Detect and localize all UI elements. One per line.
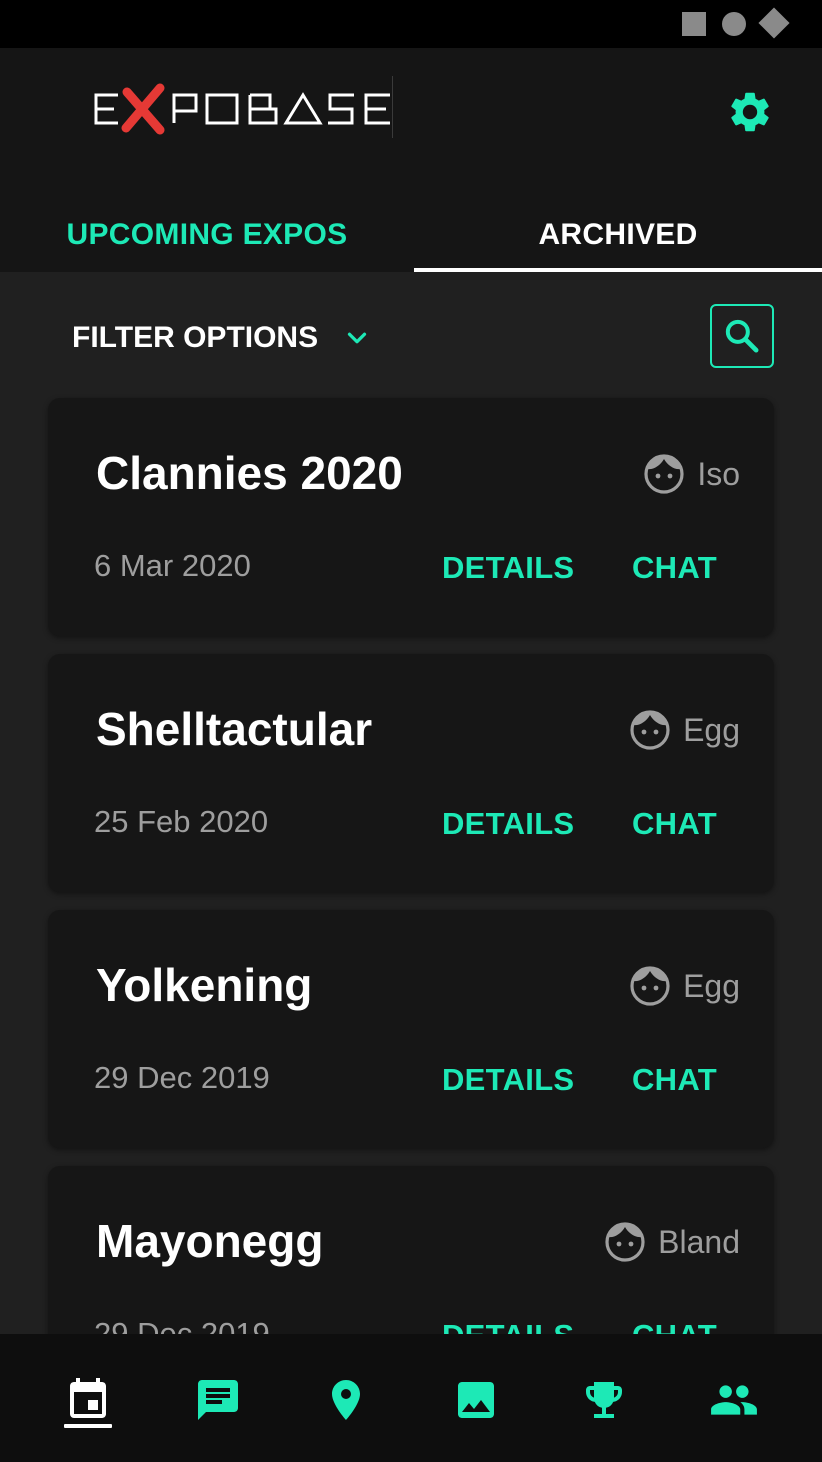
gear-icon[interactable] bbox=[726, 88, 774, 136]
people-icon bbox=[711, 1385, 757, 1415]
app-screen: UPCOMING EXPOS ARCHIVED FILTER OPTIONS C… bbox=[0, 0, 822, 1462]
expobase-logo bbox=[94, 83, 390, 135]
expo-card: Yolkening Egg 29 Dec 2019 DETAILS CHAT bbox=[48, 910, 774, 1148]
face-icon bbox=[630, 966, 670, 1006]
nav-gallery[interactable] bbox=[448, 1372, 504, 1428]
status-bar bbox=[0, 0, 822, 48]
expo-date: 25 Feb 2020 bbox=[94, 804, 269, 839]
status-diamond-icon bbox=[758, 7, 790, 39]
details-button[interactable]: DETAILS bbox=[442, 548, 574, 588]
expo-category: Iso bbox=[643, 450, 740, 498]
chat-icon bbox=[198, 1380, 238, 1420]
status-square-icon bbox=[682, 12, 706, 36]
expo-category: Egg bbox=[629, 962, 740, 1010]
location-pin-icon bbox=[332, 1380, 360, 1420]
nav-active-indicator bbox=[64, 1424, 112, 1428]
expo-category: Bland bbox=[604, 1218, 740, 1266]
nav-map[interactable] bbox=[318, 1372, 374, 1428]
chat-button[interactable]: CHAT bbox=[632, 548, 717, 588]
tab-upcoming-expos[interactable]: UPCOMING EXPOS bbox=[0, 198, 414, 272]
expo-title: Mayonegg bbox=[96, 1215, 324, 1267]
face-icon bbox=[644, 454, 684, 494]
face-icon bbox=[605, 1222, 645, 1262]
expo-category-label: Bland bbox=[658, 1223, 740, 1260]
chat-button[interactable]: CHAT bbox=[632, 1060, 717, 1100]
face-icon bbox=[630, 710, 670, 750]
bottom-navigation bbox=[0, 1334, 822, 1462]
search-button[interactable] bbox=[710, 304, 774, 368]
expo-card: Clannies 2020 Iso 6 Mar 2020 DETAILS CHA… bbox=[48, 398, 774, 636]
expo-category-label: Egg bbox=[683, 711, 740, 748]
nav-calendar[interactable] bbox=[60, 1372, 116, 1428]
expo-date: 29 Dec 2019 bbox=[94, 1060, 270, 1095]
expo-category-label: Iso bbox=[697, 455, 740, 492]
expo-title: Shelltactular bbox=[96, 703, 373, 755]
expo-category: Egg bbox=[629, 706, 740, 754]
nav-awards[interactable] bbox=[576, 1372, 632, 1428]
status-circle-icon bbox=[722, 12, 746, 36]
expo-title: Clannies 2020 bbox=[96, 447, 403, 499]
nav-people[interactable] bbox=[706, 1372, 762, 1428]
expo-date: 6 Mar 2020 bbox=[94, 548, 251, 583]
tab-selected-indicator bbox=[414, 268, 822, 272]
details-button[interactable]: DETAILS bbox=[442, 1060, 574, 1100]
calendar-icon bbox=[70, 1378, 106, 1418]
expo-category-label: Egg bbox=[683, 967, 740, 1004]
nav-chat[interactable] bbox=[190, 1372, 246, 1428]
chat-button[interactable]: CHAT bbox=[632, 804, 717, 844]
search-icon bbox=[725, 319, 759, 353]
chevron-down-icon bbox=[347, 332, 367, 344]
logo-divider bbox=[392, 76, 393, 138]
image-icon bbox=[458, 1382, 494, 1418]
trophy-icon bbox=[586, 1382, 622, 1418]
expo-title: Yolkening bbox=[96, 959, 313, 1011]
details-button[interactable]: DETAILS bbox=[442, 804, 574, 844]
expo-card: Shelltactular Egg 25 Feb 2020 DETAILS CH… bbox=[48, 654, 774, 892]
filter-options-toggle[interactable]: FILTER OPTIONS bbox=[72, 318, 372, 358]
app-header: UPCOMING EXPOS ARCHIVED bbox=[0, 48, 822, 272]
tab-archived[interactable]: ARCHIVED bbox=[414, 198, 822, 272]
filter-options-label: FILTER OPTIONS bbox=[72, 321, 319, 354]
